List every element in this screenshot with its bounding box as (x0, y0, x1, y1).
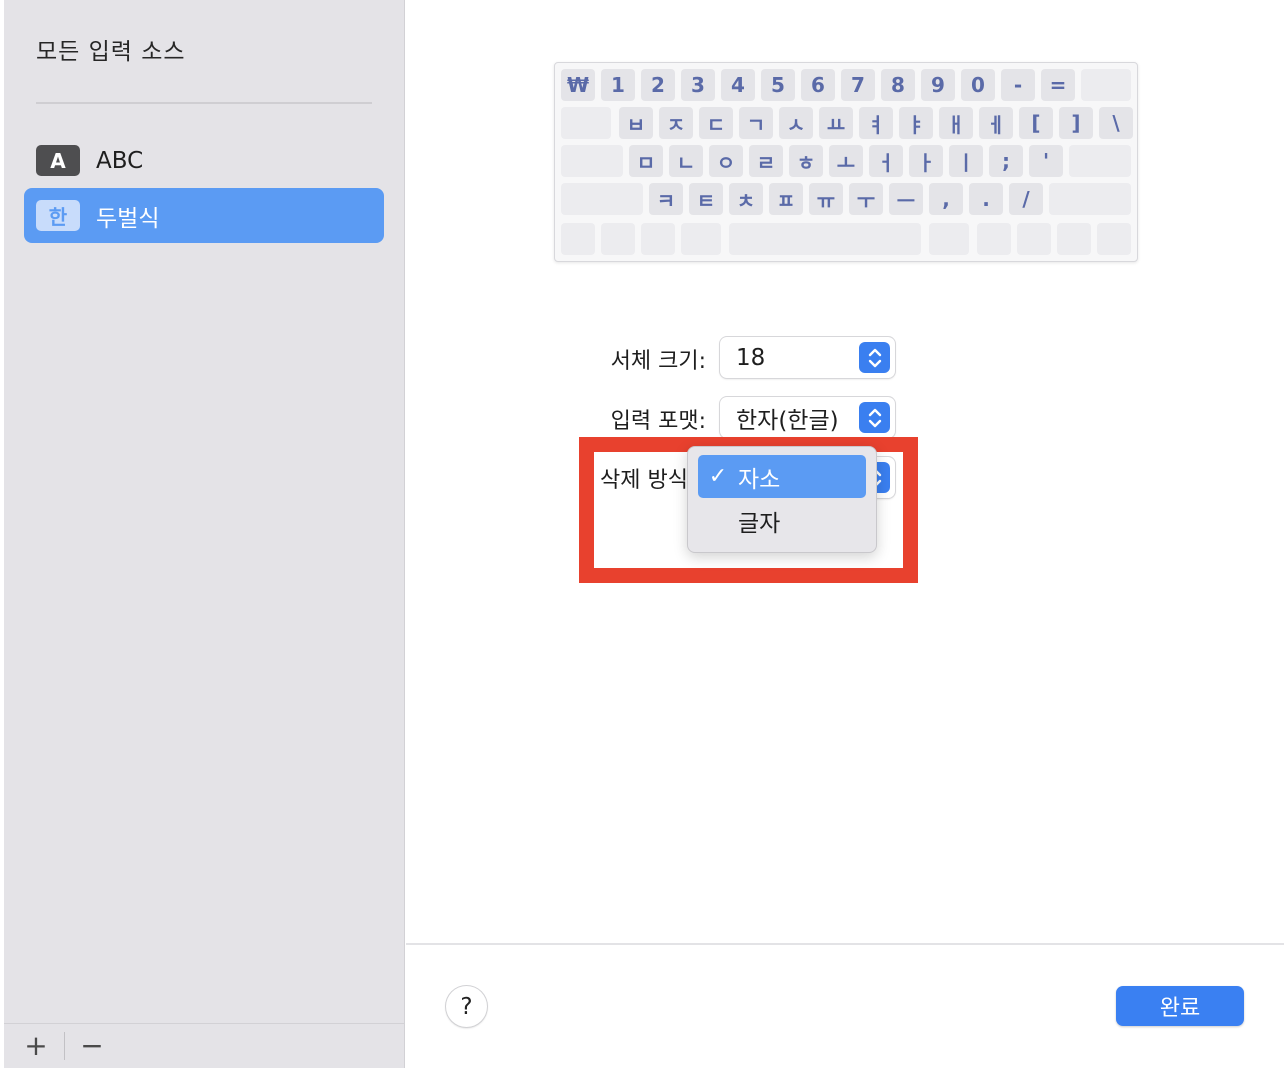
done-button[interactable]: 완료 (1116, 986, 1244, 1026)
key: \ (1099, 107, 1133, 139)
key-arrow-left (1017, 223, 1051, 255)
key-command (681, 223, 721, 255)
abc-badge-icon: A (36, 145, 80, 176)
hangul-badge-icon: 한 (36, 200, 80, 231)
key-option-right (977, 223, 1011, 255)
footer-separator (64, 1032, 65, 1060)
key: ㅏ (909, 145, 943, 177)
key: ㅗ (829, 145, 863, 177)
key: ㅑ (899, 107, 933, 139)
sidebar: 모든 입력 소스 A ABC 한 두벌식 + − (4, 0, 405, 1068)
key: ㅂ (619, 107, 653, 139)
font-size-popup[interactable]: 18 (720, 337, 895, 378)
input-sources-window: 모든 입력 소스 A ABC 한 두벌식 + − ₩1 2 3 4 5 6 7 8 9 0- = ㅂㅈ… (0, 0, 1284, 1068)
key: ㅠ (809, 183, 843, 215)
delete-mode-menu: ✓ 자소 글자 (687, 446, 877, 553)
key: ] (1059, 107, 1093, 139)
menu-item-label: 글자 (738, 510, 781, 537)
font-size-label: 서체 크기: (610, 349, 706, 374)
key: ㅊ (729, 183, 763, 215)
key: - (1001, 69, 1035, 101)
key: ㅣ (949, 145, 983, 177)
menu-item-jaso[interactable]: ✓ 자소 (698, 455, 866, 498)
key-option (641, 223, 675, 255)
key: ㅈ (659, 107, 693, 139)
source-label: ABC (96, 147, 144, 174)
key: 9 (921, 69, 955, 101)
font-size-value: 18 (736, 344, 766, 371)
key: 1 (601, 69, 635, 101)
updown-chevron-icon (859, 342, 890, 373)
key: ㅁ (629, 145, 663, 177)
key: . (969, 183, 1003, 215)
key: ㄷ (699, 107, 733, 139)
key: 6 (801, 69, 835, 101)
key-arrow-up (1057, 223, 1091, 255)
input-format-popup[interactable]: 한자(한글) (720, 397, 895, 438)
key-caps-lock (561, 145, 623, 177)
key: 7 (841, 69, 875, 101)
source-label: 두벌식 (96, 205, 160, 232)
key: ㅎ (789, 145, 823, 177)
key: ㅕ (859, 107, 893, 139)
key: ㅅ (779, 107, 813, 139)
key: ; (989, 145, 1023, 177)
source-item-2set-korean[interactable]: 한 두벌식 (24, 188, 384, 243)
key-right-shift (1049, 183, 1131, 215)
sidebar-divider (36, 102, 372, 104)
key-return (1069, 145, 1131, 177)
help-button[interactable]: ? (446, 986, 487, 1027)
checkmark-icon: ✓ (708, 464, 728, 489)
key: ㅔ (979, 107, 1013, 139)
key: / (1009, 183, 1043, 215)
key: ㅜ (849, 183, 883, 215)
remove-source-button[interactable]: − (72, 1029, 112, 1062)
key: 3 (681, 69, 715, 101)
key: [ (1019, 107, 1053, 139)
key-fn (561, 223, 595, 255)
keyboard-layout-preview: ₩1 2 3 4 5 6 7 8 9 0- = ㅂㅈㄷㄱㅅㅛㅕㅑㅐㅔ[] \ ㅁㄴㅇㄹㅎㅗㅓㅏㅣ; ' ㅋㅌㅊ… (554, 62, 1138, 262)
key: ㅋ (649, 183, 683, 215)
key: ' (1029, 145, 1063, 177)
key-tab (561, 107, 611, 139)
key: ㅇ (709, 145, 743, 177)
key-delete (1081, 69, 1131, 101)
key: = (1041, 69, 1075, 101)
key: ㄹ (749, 145, 783, 177)
key: ㅌ (689, 183, 723, 215)
menu-item-geulja[interactable]: 글자 (698, 499, 866, 542)
input-format-label: 입력 포맷: (610, 409, 706, 434)
key: , (929, 183, 963, 215)
key: 8 (881, 69, 915, 101)
key: ㅛ (819, 107, 853, 139)
key-left-shift (561, 183, 643, 215)
key-control (601, 223, 635, 255)
sidebar-footer: + − (4, 1023, 405, 1068)
input-format-value: 한자(한글) (736, 407, 839, 434)
key: ㄱ (739, 107, 773, 139)
key: ㄴ (669, 145, 703, 177)
sidebar-title: 모든 입력 소스 (36, 39, 186, 65)
source-item-abc[interactable]: A ABC (24, 133, 384, 188)
key: ㅍ (769, 183, 803, 215)
key: ㅐ (939, 107, 973, 139)
key-command-right (929, 223, 969, 255)
add-source-button[interactable]: + (16, 1029, 56, 1062)
menu-item-label: 자소 (738, 466, 781, 493)
key: 2 (641, 69, 675, 101)
key-arrow-right (1097, 223, 1131, 255)
key: ㅡ (889, 183, 923, 215)
key: 0 (961, 69, 995, 101)
key: 4 (721, 69, 755, 101)
key-space (729, 223, 921, 255)
bottom-divider (406, 943, 1284, 945)
updown-chevron-icon (859, 402, 890, 433)
key: ㅓ (869, 145, 903, 177)
key: 5 (761, 69, 795, 101)
key: ₩ (561, 69, 595, 101)
